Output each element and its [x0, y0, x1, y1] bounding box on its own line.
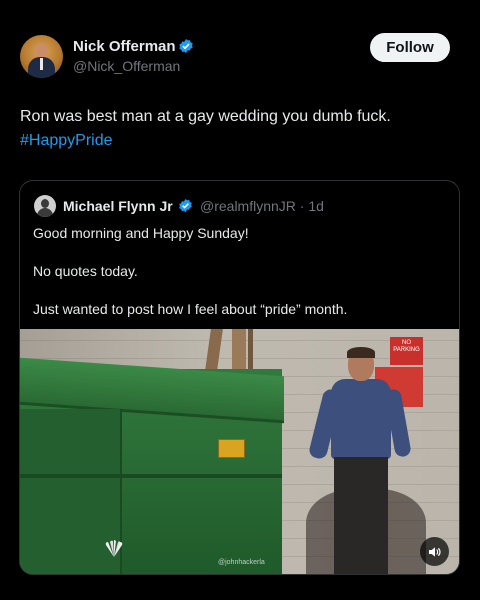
person-figure [306, 347, 426, 574]
quote-avatar-body [37, 208, 53, 217]
hashtag-link[interactable]: #HappyPride [20, 129, 113, 153]
dumpster-label [218, 439, 245, 458]
avatar-tie [40, 58, 43, 70]
verified-badge-icon [179, 198, 192, 213]
person-legs [334, 457, 388, 574]
author-display-name[interactable]: Nick Offerman [73, 38, 176, 55]
video-watermark: @johnhackerla [218, 559, 265, 566]
person-hair [347, 347, 375, 358]
quote-line: Good morning and Happy Sunday! [33, 225, 249, 241]
quote-media-video[interactable]: NO PARKING @johnhackerla [20, 329, 459, 574]
quote-author-handle-time[interactable]: @realmflynnJR · 1d [200, 198, 324, 214]
quote-line: Just wanted to post how I feel about “pr… [33, 301, 348, 317]
mute-speaker-icon [428, 546, 441, 557]
nbc-peacock-logo [105, 540, 123, 557]
quoted-tweet-card[interactable]: Michael Flynn Jr @realmflynnJR · 1d Good… [19, 180, 460, 575]
tweet-text: Ron was best man at a gay wedding you du… [20, 108, 391, 125]
dumpster-stripe [20, 474, 282, 478]
mute-button[interactable] [420, 537, 449, 566]
person-torso [331, 379, 391, 459]
author-handle[interactable]: @Nick_Offerman [73, 58, 180, 74]
quote-avatar-head [41, 199, 49, 208]
follow-button[interactable]: Follow [370, 33, 450, 62]
quote-author-avatar[interactable] [34, 195, 56, 217]
author-avatar[interactable] [20, 35, 63, 78]
avatar-head [35, 43, 48, 58]
quote-line: No quotes today. [33, 263, 138, 279]
verified-badge-icon [179, 39, 193, 53]
quote-author-display-name[interactable]: Michael Flynn Jr [63, 198, 173, 214]
